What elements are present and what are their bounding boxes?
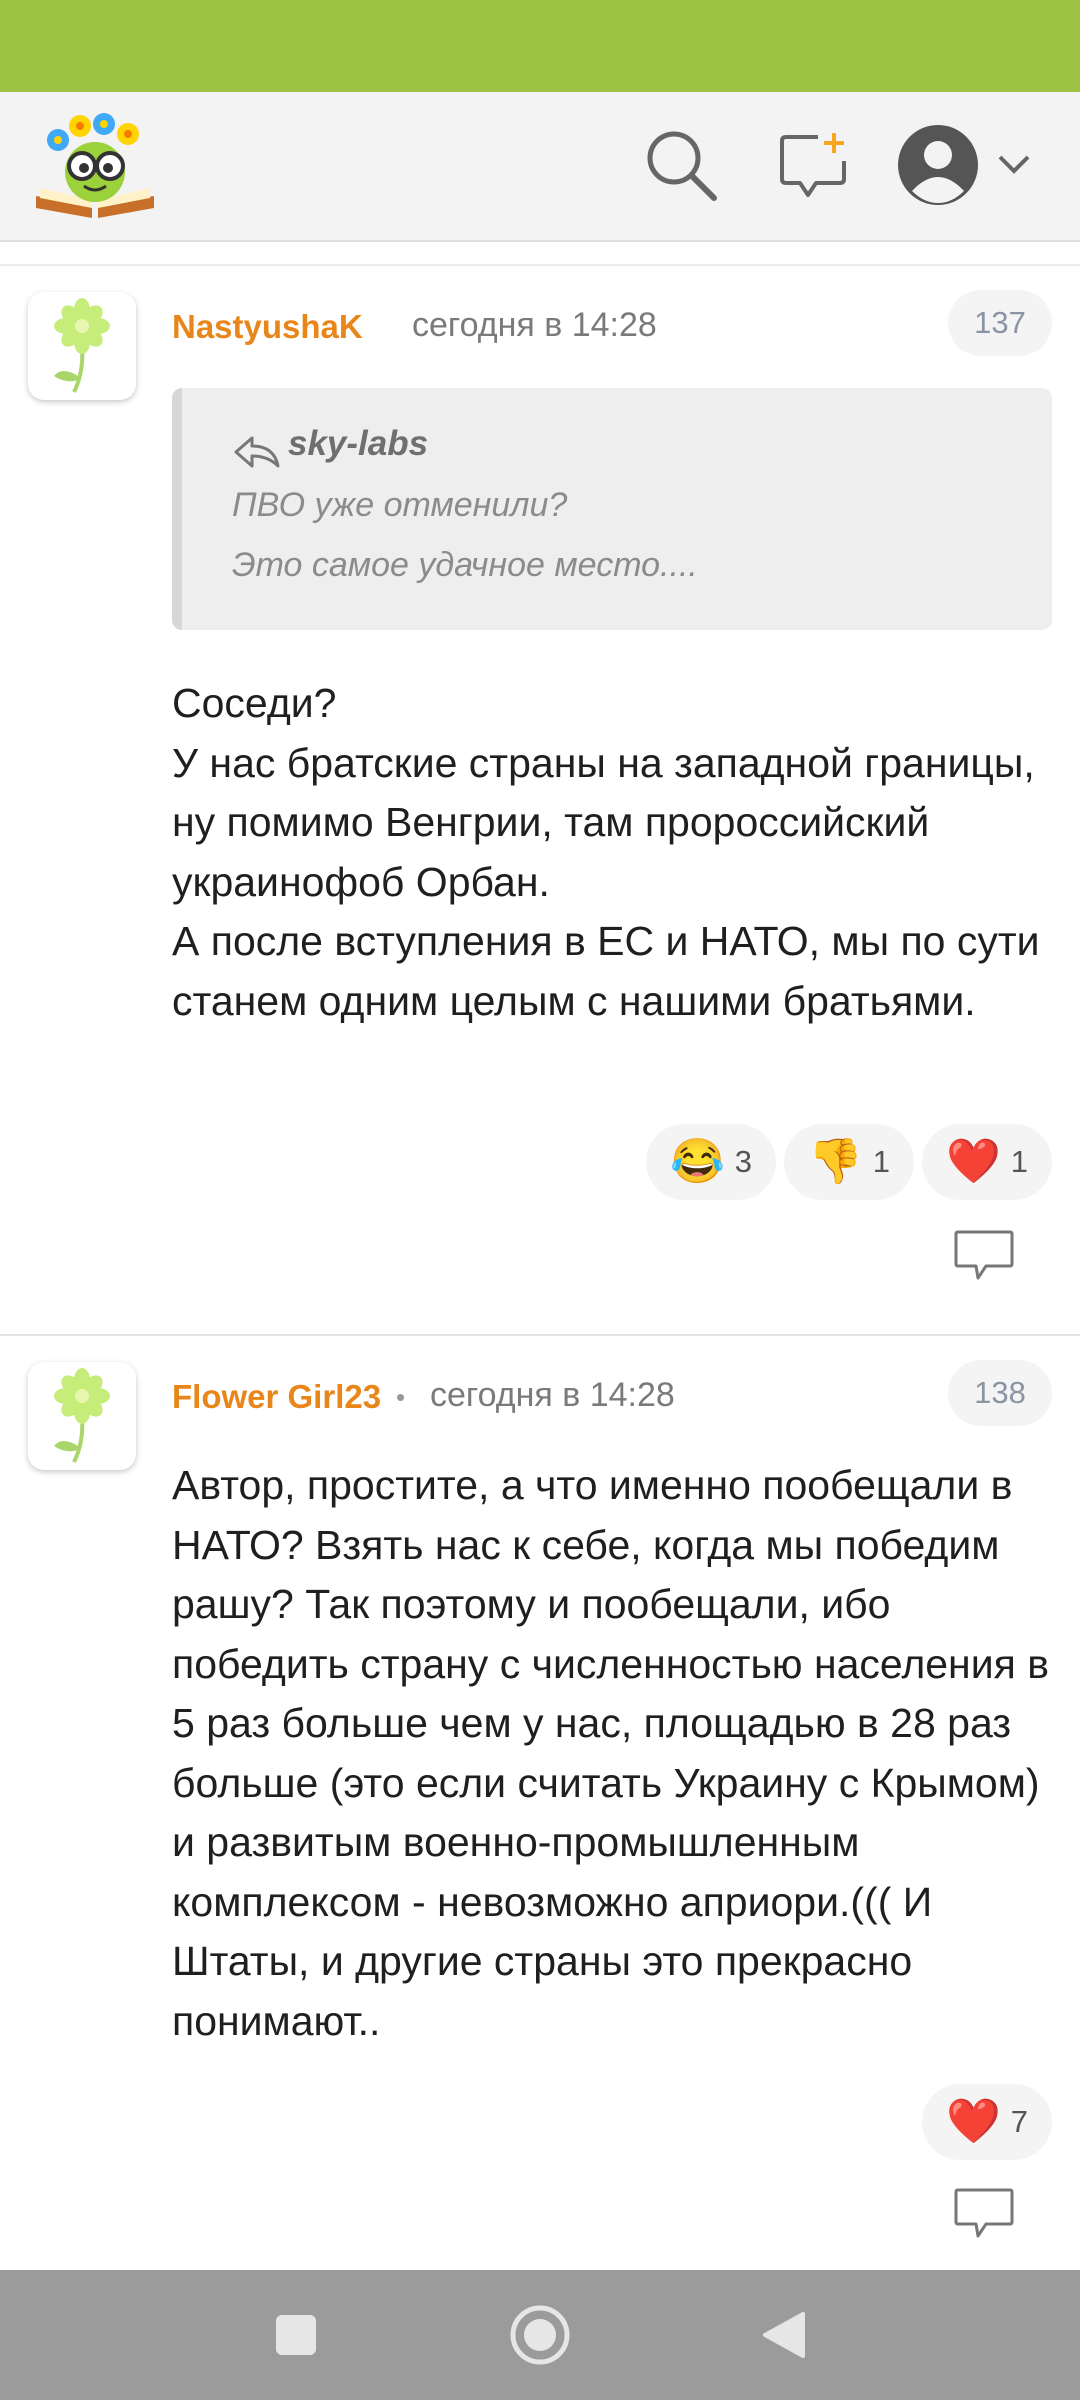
- new-post-button[interactable]: [768, 120, 858, 210]
- recent-apps-button[interactable]: [256, 2295, 336, 2375]
- comment-time: сегодня в 14:28: [430, 1376, 675, 1414]
- comment-item: Flower Girl23 • сегодня в 14:28 138 Авто…: [0, 1334, 1080, 2272]
- quote-author: sky-labs: [288, 424, 429, 463]
- search-button[interactable]: [636, 120, 726, 210]
- avatar[interactable]: [28, 1362, 136, 1470]
- reaction-count: 3: [734, 1144, 753, 1179]
- laughing-emoji-icon: 😂: [669, 1137, 725, 1186]
- comment-time: сегодня в 14:28: [412, 306, 657, 344]
- reaction-count: 1: [872, 1144, 891, 1179]
- home-button[interactable]: [500, 2295, 580, 2375]
- separator-dot: •: [396, 1382, 406, 1412]
- reaction-count: 7: [1010, 2104, 1029, 2139]
- avatar[interactable]: [28, 292, 136, 400]
- comment-bubble-icon: [954, 2188, 1014, 2238]
- user-avatar-icon: [898, 125, 978, 205]
- comment-text: Соседи? У нас братские страны на западно…: [172, 680, 1040, 1024]
- reaction-dislike[interactable]: 👎 1: [784, 1124, 914, 1200]
- reaction-heart[interactable]: ❤️ 1: [922, 1124, 1052, 1200]
- flower-avatar-icon: [54, 298, 110, 393]
- comment-bubble-icon: [954, 1230, 1014, 1280]
- heart-icon: ❤️: [945, 2097, 1001, 2146]
- comment-author[interactable]: NastyushaK: [172, 308, 363, 346]
- square-icon: [276, 2315, 316, 2355]
- app-header: [0, 92, 1080, 242]
- home-circle-icon: [510, 2305, 570, 2365]
- flower-avatar-icon: [54, 1368, 110, 1463]
- back-triangle-icon: [763, 2312, 805, 2358]
- quote-line: ПВО уже отменили?: [232, 486, 568, 524]
- new-message-icon: [780, 133, 846, 197]
- comment-text: Автор, простите, а что именно пообещали …: [172, 1462, 1049, 2044]
- search-icon: [647, 131, 717, 201]
- status-bar: [0, 0, 1080, 92]
- comment-number-badge[interactable]: 138: [948, 1360, 1052, 1426]
- comment-item: NastyushaK сегодня в 14:28 137 sky-labs …: [0, 264, 1080, 1330]
- chevron-down-icon: [998, 155, 1030, 174]
- heart-icon: ❤️: [945, 1137, 1001, 1186]
- quote-block: sky-labs ПВО уже отменили? Это самое уда…: [172, 388, 1052, 630]
- comment-number-badge[interactable]: 137: [948, 290, 1052, 356]
- quote-line: Это самое удачное место....: [232, 546, 698, 584]
- reply-button[interactable]: [952, 1224, 1016, 1288]
- reply-button[interactable]: [952, 2182, 1016, 2246]
- back-button[interactable]: [744, 2295, 824, 2375]
- bookworm-logo[interactable]: [32, 110, 158, 222]
- reaction-heart[interactable]: ❤️ 7: [922, 2084, 1052, 2160]
- reaction-laugh[interactable]: 😂 3: [646, 1124, 776, 1200]
- system-nav-bar: [0, 2270, 1080, 2400]
- profile-menu-button[interactable]: [896, 120, 1036, 210]
- reply-arrow-icon: [234, 436, 280, 468]
- reaction-count: 1: [1010, 1144, 1029, 1179]
- thumbs-down-icon: 👎: [807, 1137, 863, 1186]
- comment-author[interactable]: Flower Girl23: [172, 1378, 381, 1416]
